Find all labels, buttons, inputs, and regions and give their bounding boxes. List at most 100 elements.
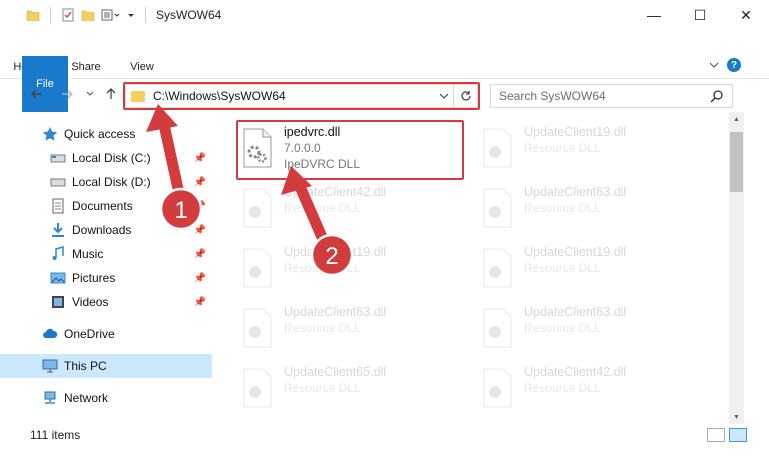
sidebar-item-downloads[interactable]: Downloads 📌 — [0, 218, 212, 242]
file-item[interactable]: UpdateClient63.dll Resource DLL — [476, 180, 686, 236]
address-bar-highlight — [123, 82, 480, 110]
back-arrow-icon[interactable] — [30, 87, 44, 101]
scroll-down-button[interactable]: ▼ — [729, 410, 744, 424]
sidebar-item-music[interactable]: Music 📌 — [0, 242, 212, 266]
sidebar-item-quick-access[interactable]: Quick access — [0, 122, 212, 146]
sidebar-item-local-disk-c[interactable]: Local Disk (C:) 📌 — [0, 146, 212, 170]
vertical-scrollbar[interactable]: ▲ ▼ — [729, 112, 744, 424]
dll-file-icon — [243, 248, 272, 288]
sidebar-item-onedrive[interactable]: OneDrive — [0, 322, 212, 346]
dll-file-icon — [243, 188, 272, 228]
sidebar-item-label: Network — [64, 391, 109, 405]
star-icon — [42, 127, 58, 141]
videos-icon — [52, 296, 64, 308]
large-icons-view-button[interactable] — [729, 428, 747, 442]
file-name: UpdateClient19.dll — [284, 245, 387, 259]
sidebar-item-pictures[interactable]: Pictures 📌 — [0, 266, 212, 290]
cloud-icon — [43, 328, 58, 338]
file-name: UpdateClient63.dll — [284, 305, 387, 319]
dropdown-arrow-icon[interactable] — [127, 10, 135, 20]
pictures-icon — [50, 272, 66, 284]
sidebar-item-label: Local Disk (D:) — [72, 175, 151, 189]
pin-icon: 📌 — [193, 200, 206, 212]
recent-locations-icon[interactable] — [86, 90, 94, 98]
folder-icon — [26, 10, 40, 21]
file-description: Resource DLL — [524, 141, 601, 155]
file-item[interactable]: UpdateClient42.dll Resource DLL — [476, 360, 686, 416]
up-arrow-icon[interactable] — [104, 87, 118, 101]
dll-file-icon — [483, 308, 512, 348]
toolbar-separator — [145, 7, 146, 23]
help-button[interactable]: ? — [727, 58, 741, 72]
file-name: UpdateClient19.dll — [524, 125, 627, 139]
minimize-button[interactable]: — — [631, 0, 677, 30]
file-description: Resource DLL — [524, 321, 601, 335]
toolbar-separator — [50, 7, 51, 23]
downloads-icon — [52, 223, 64, 237]
pin-icon: 📌 — [193, 152, 206, 164]
close-button[interactable]: ✕ — [723, 0, 769, 30]
pin-icon: 📌 — [193, 176, 206, 188]
dll-file-icon — [243, 308, 272, 348]
file-highlight — [236, 120, 464, 180]
sidebar-item-documents[interactable]: Documents 📌 — [0, 194, 212, 218]
search-icon[interactable] — [710, 89, 724, 103]
file-item[interactable]: UpdateClient19.dll Resource DLL — [476, 240, 686, 296]
file-item[interactable]: UpdateClient65.dll Resource DLL — [236, 360, 446, 416]
sidebar-item-network[interactable]: Network — [0, 386, 212, 410]
title-bar: SysWOW64 — ☐ ✕ — [0, 0, 769, 30]
pin-icon: 📌 — [193, 224, 206, 236]
drive-icon — [50, 178, 66, 187]
dll-file-icon — [243, 368, 272, 408]
file-description: Resource DLL — [524, 261, 601, 275]
sidebar-item-videos[interactable]: Videos 📌 — [0, 290, 212, 314]
network-icon — [44, 391, 56, 404]
properties-icon[interactable] — [61, 8, 75, 22]
tab-view[interactable]: View — [116, 56, 168, 78]
sidebar-item-local-disk-d[interactable]: Local Disk (D:) 📌 — [0, 170, 212, 194]
file-description: Resource DLL — [284, 201, 361, 215]
sidebar-item-label: Pictures — [72, 271, 116, 285]
expand-ribbon-icon[interactable] — [709, 61, 719, 69]
file-name: UpdateClient42.dll — [524, 365, 627, 379]
dll-file-icon — [483, 248, 512, 288]
window-title: SysWOW64 — [156, 8, 222, 22]
item-count: 111 items — [30, 428, 81, 442]
file-item[interactable]: UpdateClient19.dll Resource DLL — [236, 240, 446, 296]
pin-icon: 📌 — [193, 296, 206, 308]
search-box[interactable]: Search SysWOW64 — [490, 84, 733, 108]
file-item[interactable]: UpdateClient42.dll Resource DLL — [236, 180, 446, 236]
sidebar-item-label: Music — [72, 247, 104, 261]
details-view-button[interactable] — [707, 428, 725, 442]
new-folder-icon[interactable] — [81, 8, 95, 22]
file-item[interactable]: UpdateClient19.dll Resource DLL — [476, 120, 686, 176]
customize-toolbar-icon[interactable] — [101, 8, 121, 22]
file-name: UpdateClient42.dll — [284, 185, 387, 199]
computer-icon — [42, 359, 58, 373]
sidebar-item-label: Downloads — [72, 223, 132, 237]
scroll-up-button[interactable]: ▲ — [729, 112, 744, 126]
sidebar-item-label: OneDrive — [64, 327, 115, 341]
ribbon-tabs: File Home Share View — [0, 56, 168, 112]
file-description: Resource DLL — [524, 381, 601, 395]
file-description: Resource DLL — [524, 201, 601, 215]
sidebar-item-this-pc[interactable]: This PC — [0, 354, 212, 378]
pin-icon: 📌 — [193, 248, 206, 260]
music-icon — [52, 246, 64, 260]
dll-file-icon — [483, 188, 512, 228]
file-name: UpdateClient19.dll — [524, 245, 627, 259]
quick-access-toolbar — [0, 7, 150, 23]
maximize-button[interactable]: ☐ — [677, 0, 723, 30]
forward-arrow-icon[interactable] — [60, 87, 74, 101]
scroll-thumb[interactable] — [730, 132, 743, 192]
file-item[interactable]: UpdateClient63.dll Resource DLL — [236, 300, 446, 356]
search-placeholder[interactable]: Search SysWOW64 — [499, 89, 606, 103]
file-item[interactable]: UpdateClient63.dll Resource DLL — [476, 300, 686, 356]
file-name: UpdateClient63.dll — [524, 185, 627, 199]
dll-file-icon — [483, 128, 512, 168]
sidebar-item-label: Documents — [72, 199, 133, 213]
file-name: UpdateClient65.dll — [284, 365, 387, 379]
dll-file-icon — [483, 368, 512, 408]
sidebar-item-label: Videos — [72, 295, 109, 309]
file-description: Resource DLL — [284, 321, 361, 335]
